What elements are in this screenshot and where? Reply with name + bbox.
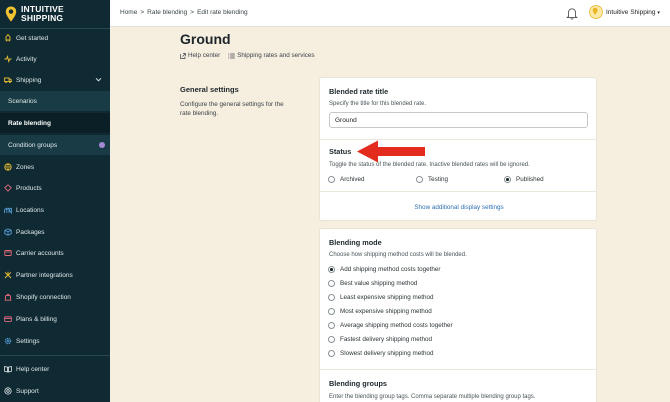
rocket-icon (5, 34, 11, 42)
radio-button-selected[interactable] (328, 266, 335, 273)
radio-button[interactable] (328, 176, 335, 183)
blending-groups-help: Enter the blending group tags. Comma sep… (329, 394, 536, 400)
billing-icon (4, 316, 12, 322)
shopify-icon (4, 293, 12, 301)
radio-button[interactable] (328, 294, 335, 301)
blending-mode-help: Choose how shipping method costs will be… (329, 252, 467, 258)
blending-groups-label: Blending groups (329, 379, 387, 388)
page-links: Help center Shipping rates and services (180, 52, 315, 59)
shipping-rates-link[interactable]: Shipping rates and services (228, 52, 315, 59)
page-title: Ground (180, 31, 231, 47)
blended-rate-title-help: Specify the title for this blended rate. (329, 101, 427, 107)
radio-button[interactable] (328, 336, 335, 343)
external-link-icon (180, 52, 186, 59)
products-icon (4, 184, 12, 192)
sidebar-item-zones[interactable]: Zones (0, 157, 110, 177)
partner-icon (4, 271, 12, 279)
show-additional-display-settings-link[interactable]: Show additional display settings (320, 204, 598, 211)
sidebar-item-help-center[interactable]: Help center (0, 359, 110, 379)
account-avatar[interactable] (589, 5, 603, 19)
sidebar-item-locations[interactable]: Locations (0, 200, 110, 220)
general-settings-title: General settings (180, 85, 239, 94)
location-pin-icon (5, 6, 17, 22)
annotation-arrow-icon (357, 140, 425, 163)
breadcrumb-separator: > (140, 9, 145, 16)
mode-option-fastest[interactable]: Fastest delivery shipping method (328, 336, 432, 343)
sidebar-item-carrier-accounts[interactable]: Carrier accounts (0, 243, 110, 263)
carrier-icon (4, 250, 12, 256)
mode-option-average[interactable]: Average shipping method costs together (328, 322, 453, 329)
breadcrumb: Home > Rate blending > Edit rate blendin… (120, 9, 248, 16)
breadcrumb-rate-blending[interactable]: Rate blending (147, 9, 187, 16)
sidebar-item-plans-billing[interactable]: Plans & billing (0, 309, 110, 329)
status-label: Status (329, 147, 352, 156)
brand-name: INTUITIVE SHIPPING (21, 4, 64, 23)
blended-rate-title-input[interactable] (329, 112, 588, 128)
mode-option-add-costs[interactable]: Add shipping method costs together (328, 266, 440, 273)
status-option-published[interactable]: Published (504, 176, 544, 183)
bell-icon[interactable] (566, 7, 578, 20)
radio-button[interactable] (328, 350, 335, 357)
mode-option-best-value[interactable]: Best value shipping method (328, 280, 417, 287)
mode-option-least-expensive[interactable]: Least expensive shipping method (328, 294, 433, 301)
list-icon (228, 53, 235, 58)
radio-button-selected[interactable] (504, 176, 511, 183)
sidebar-item-shipping[interactable]: Shipping (0, 70, 110, 90)
sidebar-item-partner-integrations[interactable]: Partner integrations (0, 265, 110, 285)
chevron-down-icon[interactable] (95, 76, 102, 83)
packages-icon (4, 228, 12, 236)
top-bar: Home > Rate blending > Edit rate blendin… (110, 0, 670, 27)
sidebar-item-get-started[interactable]: Get started (0, 28, 110, 48)
sidebar: INTUITIVE SHIPPING Get started Activity … (0, 0, 110, 402)
status-option-testing[interactable]: Testing (416, 176, 448, 183)
account-menu[interactable]: Intuitive Shipping ▾ (606, 9, 660, 16)
help-icon (4, 365, 12, 373)
breadcrumb-current: Edit rate blending (197, 9, 248, 16)
radio-button[interactable] (328, 322, 335, 329)
sidebar-item-support[interactable]: Support (0, 381, 110, 401)
gear-icon (4, 337, 12, 345)
radio-button[interactable] (328, 308, 335, 315)
locations-icon (4, 207, 12, 214)
blended-rate-title-label: Blended rate title (329, 87, 389, 96)
account-name: Intuitive Shipping (606, 9, 656, 16)
general-settings-description: Configure the general settings for the r… (180, 101, 284, 117)
sidebar-item-packages[interactable]: Packages (0, 222, 110, 242)
help-center-link[interactable]: Help center (180, 52, 220, 59)
sidebar-item-products[interactable]: Products (0, 178, 110, 198)
mode-option-slowest[interactable]: Slowest delivery shipping method (328, 350, 433, 357)
support-icon (4, 387, 12, 395)
radio-button[interactable] (328, 280, 335, 287)
breadcrumb-separator: > (190, 9, 195, 16)
radio-button[interactable] (416, 176, 423, 183)
notification-badge (99, 142, 105, 148)
activity-icon (4, 55, 12, 63)
status-option-archived[interactable]: Archived (328, 176, 365, 183)
blending-mode-label: Blending mode (329, 238, 382, 247)
sidebar-item-shopify-connection[interactable]: Shopify connection (0, 287, 110, 307)
sidebar-item-settings[interactable]: Settings (0, 331, 110, 351)
shipping-icon (4, 77, 12, 84)
sidebar-item-activity[interactable]: Activity (0, 49, 110, 69)
mode-option-most-expensive[interactable]: Most expensive shipping method (328, 308, 432, 315)
sidebar-item-scenarios[interactable]: Scenarios (0, 91, 110, 111)
breadcrumb-home[interactable]: Home (120, 9, 137, 16)
zones-icon (4, 163, 12, 171)
sidebar-item-condition-groups[interactable]: Condition groups (0, 135, 110, 155)
blending-mode-card: Blending mode Choose how shipping method… (319, 228, 597, 402)
sidebar-item-rate-blending[interactable]: Rate blending (0, 113, 110, 133)
brand-logo[interactable]: INTUITIVE SHIPPING (0, 0, 110, 28)
caret-down-icon: ▾ (657, 10, 660, 16)
location-pin-icon (592, 7, 598, 15)
